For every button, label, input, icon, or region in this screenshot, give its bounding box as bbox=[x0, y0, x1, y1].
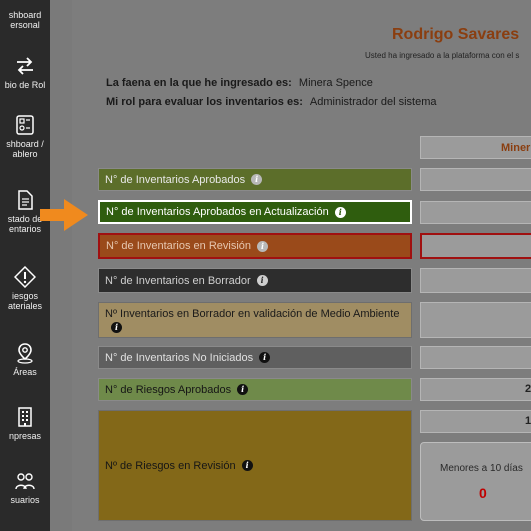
info-icon[interactable]: i bbox=[237, 384, 249, 395]
value-inventarios-medio-ambiente bbox=[420, 302, 531, 338]
value-inventarios-borrador bbox=[420, 268, 531, 293]
sidebar-item-empresas[interactable]: npresas bbox=[0, 406, 50, 441]
row-inventarios-revision[interactable]: N° de Inventarios en Revisión i bbox=[98, 233, 412, 259]
value-inventarios-aprobados-actualizacion bbox=[420, 201, 531, 224]
info-icon[interactable]: i bbox=[257, 240, 269, 252]
faena-info: La faena en la que he ingresado es: Mine… bbox=[106, 77, 373, 89]
value-inventarios-aprobados bbox=[420, 168, 531, 191]
building-icon bbox=[18, 407, 32, 427]
info-icon[interactable]: i bbox=[251, 174, 263, 185]
sidebar-item-dashboard-tablero[interactable]: shboard / ablero bbox=[0, 114, 50, 159]
pointer-arrow-icon bbox=[40, 199, 88, 231]
value-inventarios-revision bbox=[420, 233, 531, 259]
sidebar-item-riesgos[interactable]: iesgos ateriales bbox=[0, 266, 50, 311]
rol-info: Mi rol para evaluar los inventarios es: … bbox=[106, 96, 436, 108]
sidebar-item-label: iesgos ateriales bbox=[7, 291, 43, 311]
sidebar-item-label: shboard / ablero bbox=[6, 139, 44, 159]
row-inventarios-aprobados-actualizacion[interactable]: N° de Inventarios Aprobados en Actualiza… bbox=[98, 200, 412, 224]
row-inventarios-borrador[interactable]: N° de Inventarios en Borrador i bbox=[98, 268, 412, 293]
map-pin-icon bbox=[17, 343, 33, 364]
subcell-menores-10-dias[interactable]: Menores a 10 días 0 bbox=[420, 442, 531, 521]
info-icon[interactable]: i bbox=[241, 460, 253, 471]
sidebar-item-label: shboard ersonal bbox=[8, 10, 42, 30]
page-title: Rodrigo Savares bbox=[392, 26, 520, 43]
row-inventarios-medio-ambiente[interactable]: Nº Inventarios en Borrador en validación… bbox=[98, 302, 412, 338]
info-icon[interactable]: i bbox=[111, 322, 122, 333]
sidebar-item-label: suarios bbox=[10, 495, 40, 505]
info-icon[interactable]: i bbox=[256, 275, 268, 286]
menores-10-dias-value: 0 bbox=[479, 485, 487, 501]
page-subtitle: Usted ha ingresado a la plataforma con e… bbox=[365, 51, 520, 60]
sidebar-item-label: Áreas bbox=[13, 367, 37, 377]
row-inventarios-aprobados[interactable]: N° de Inventarios Aprobados i bbox=[98, 168, 412, 191]
value-riesgos-aprobados: 2 bbox=[420, 378, 531, 401]
row-riesgos-revision[interactable]: Nº de Riesgos en Revisión i bbox=[98, 410, 412, 521]
sidebar-item-label: npresas bbox=[8, 431, 42, 441]
info-icon[interactable]: i bbox=[259, 352, 271, 363]
row-riesgos-aprobados[interactable]: N° de Riesgos Aprobados i bbox=[98, 378, 412, 401]
dashboard-board-icon bbox=[16, 115, 34, 135]
swap-arrows-icon bbox=[17, 57, 33, 75]
value-riesgos-revision: 1 bbox=[420, 410, 531, 433]
sidebar-item-areas[interactable]: Áreas bbox=[0, 342, 50, 377]
info-icon[interactable]: i bbox=[334, 206, 346, 218]
document-icon bbox=[18, 190, 33, 210]
faena-value: Minera Spence bbox=[298, 77, 373, 89]
sidebar-item-label: bio de Rol bbox=[4, 80, 46, 90]
rol-value: Administrador del sistema bbox=[309, 96, 437, 108]
faena-label: La faena en la que he ingresado es: bbox=[106, 77, 292, 89]
row-inventarios-no-iniciados[interactable]: N° de Inventarios No Iniciados i bbox=[98, 346, 412, 369]
value-inventarios-no-iniciados bbox=[420, 346, 531, 369]
users-icon bbox=[15, 473, 35, 490]
rol-label: Mi rol para evaluar los inventarios es: bbox=[106, 96, 303, 108]
sidebar-item-dashboard-personal[interactable]: shboard ersonal bbox=[0, 10, 50, 30]
menores-10-dias-label: Menores a 10 días bbox=[440, 463, 523, 474]
column-header-minera: Miner bbox=[420, 136, 531, 159]
sidebar: shboard ersonal bio de Rol shboard / abl… bbox=[0, 0, 50, 531]
sidebar-item-usuarios[interactable]: suarios bbox=[0, 470, 50, 505]
risk-diamond-icon bbox=[14, 266, 36, 288]
sidebar-item-cambio-rol[interactable]: bio de Rol bbox=[0, 55, 50, 90]
